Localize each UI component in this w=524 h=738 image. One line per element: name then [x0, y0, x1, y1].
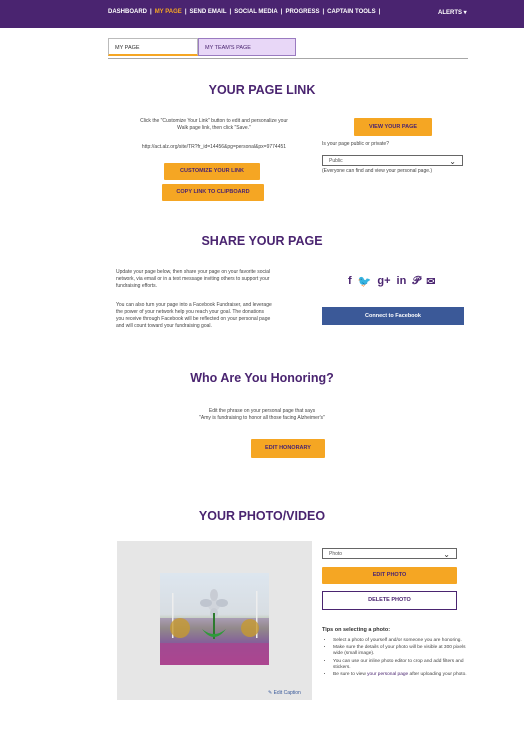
edit-caption-link[interactable]: ✎ Edit Caption	[268, 690, 301, 697]
nav-separator: |	[184, 9, 187, 15]
media-select-value: Photo	[329, 551, 343, 557]
linkedin-icon[interactable]: in	[397, 275, 407, 288]
nav-send-email[interactable]: SEND EMAIL	[190, 9, 227, 15]
nav-my-page[interactable]: MY PAGE	[155, 9, 182, 15]
customize-link-button[interactable]: CUSTOMIZE YOUR LINK	[164, 163, 260, 180]
page-url: http://act.alz.org/site/TR?fr_id=14456&p…	[141, 144, 287, 150]
facebook-icon[interactable]: f	[348, 275, 352, 288]
privacy-select-value: Public	[329, 158, 343, 164]
nav-separator: |	[280, 9, 283, 15]
nav-separator: |	[378, 9, 381, 15]
pinterest-icon[interactable]: 𝒫	[412, 275, 420, 288]
privacy-note: (Everyone can find and view your persona…	[322, 168, 433, 174]
tab-my-page[interactable]: MY PAGE	[108, 38, 198, 56]
instructions-line: Click the "Customize Your Link" button t…	[140, 118, 288, 124]
edit-caption-label: Edit Caption	[273, 690, 301, 696]
page-link-title: YOUR PAGE LINK	[208, 83, 316, 97]
top-navigation-bar: DASHBOARD | MY PAGE | SEND EMAIL | SOCIAL M…	[0, 0, 524, 28]
tip-item: You can use our inline photo editor to c…	[333, 659, 468, 671]
photo-title: YOUR PHOTO/VIDEO	[198, 509, 326, 523]
view-page-button[interactable]: VIEW YOUR PAGE	[354, 118, 432, 136]
media-type-select[interactable]: Photo ⌄	[322, 548, 457, 559]
share-text-line: Update your page below, then share your …	[116, 269, 270, 275]
edit-photo-button[interactable]: EDIT PHOTO	[322, 567, 457, 584]
nav-progress[interactable]: PROGRESS	[285, 9, 319, 15]
nav-dashboard[interactable]: DASHBOARD	[108, 9, 147, 15]
flower-photo-illustration	[160, 589, 269, 665]
share-paragraph-1: Update your page below, then share your …	[116, 269, 316, 290]
nav-separator: |	[150, 9, 152, 15]
share-paragraph-2: You can also turn your page into a Faceb…	[116, 302, 316, 330]
share-title: SHARE YOUR PAGE	[201, 234, 323, 248]
main-nav: DASHBOARD | MY PAGE | SEND EMAIL | SOCIAL M…	[108, 9, 380, 15]
tip-text: Be sure to view	[333, 672, 368, 678]
tip-text: after uploading your photo.	[408, 672, 467, 678]
share-text-line: you receive through Facebook will be ref…	[116, 316, 271, 322]
share-text-line: and will count toward your fundraising g…	[116, 323, 212, 329]
connect-facebook-button[interactable]: Connect to Facebook	[322, 307, 464, 325]
personal-page-link[interactable]: your personal page	[367, 672, 408, 677]
alerts-menu[interactable]: ALERTS ▾	[438, 9, 467, 16]
tip-item: Select a photo of yourself and/or someon…	[333, 638, 468, 644]
nav-separator: |	[229, 9, 232, 15]
tip-item: Be sure to view your personal page after…	[333, 672, 468, 678]
privacy-question: Is your page public or private?	[322, 141, 389, 147]
page-tabs: MY PAGE MY TEAM'S PAGE	[108, 38, 468, 59]
privacy-select[interactable]: Public ⌄	[322, 155, 463, 166]
delete-photo-button[interactable]: DELETE PHOTO	[322, 591, 457, 610]
google-plus-icon[interactable]: g+	[377, 275, 390, 288]
copy-link-button[interactable]: COPY LINK TO CLIPBOARD	[162, 184, 264, 201]
nav-separator: |	[322, 9, 325, 15]
chevron-down-icon: ⌄	[443, 550, 450, 559]
social-icons: f 🐦 g+ in 𝒫 ✉	[348, 275, 435, 288]
photo-tips-title: Tips on selecting a photo:	[322, 627, 391, 633]
edit-honorary-button[interactable]: EDIT HONORARY	[251, 439, 325, 458]
page-link-instructions: Click the "Customize Your Link" button t…	[116, 118, 312, 132]
share-text-line: the power of your network help you reach…	[116, 309, 265, 315]
nav-captain-tools[interactable]: CAPTAIN TOOLS	[327, 9, 375, 15]
honoring-title: Who Are You Honoring?	[190, 371, 334, 385]
share-text-line: fundraising efforts.	[116, 283, 158, 289]
chevron-down-icon: ⌄	[449, 157, 456, 166]
honoring-line: "Amy is fundraising to honor all those f…	[199, 415, 325, 421]
tip-item: Make sure the details of your photo will…	[333, 645, 468, 657]
nav-social-media[interactable]: SOCIAL MEDIA	[234, 9, 278, 15]
honoring-text: Edit the phrase on your personal page th…	[0, 408, 524, 422]
email-icon[interactable]: ✉	[426, 275, 435, 288]
honoring-line: Edit the phrase on your personal page th…	[208, 408, 316, 414]
twitter-icon[interactable]: 🐦	[358, 275, 372, 288]
instructions-line: Walk page link, then click "Save."	[177, 125, 251, 131]
share-text-line: You can also turn your page into a Faceb…	[116, 302, 272, 308]
share-text-line: network, via email or in a text message …	[116, 276, 270, 282]
photo-tips-list: Select a photo of yourself and/or someon…	[324, 638, 468, 679]
tab-my-teams-page[interactable]: MY TEAM'S PAGE	[198, 38, 296, 56]
uploaded-photo	[160, 573, 269, 665]
